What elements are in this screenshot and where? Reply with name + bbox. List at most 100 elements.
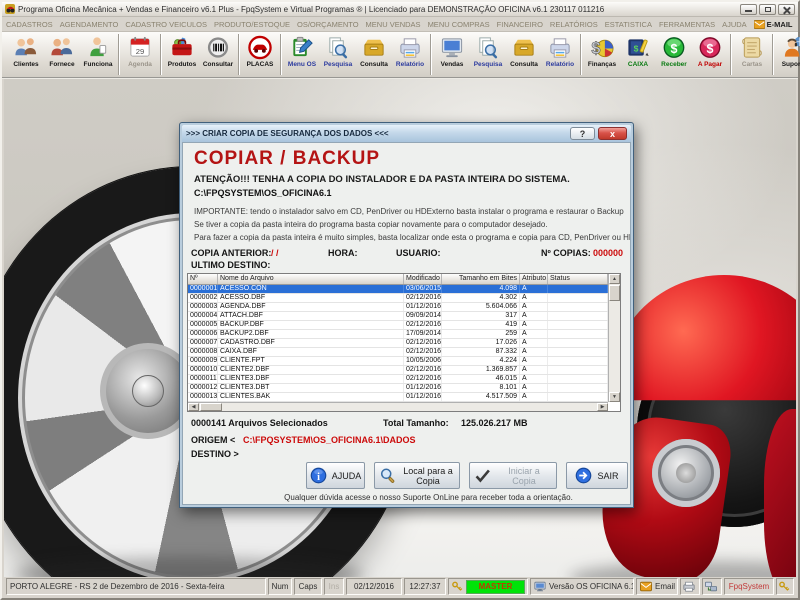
check-icon bbox=[474, 467, 491, 484]
ajuda-button[interactable]: i AJUDA bbox=[306, 462, 365, 489]
toolbar-separator bbox=[430, 34, 432, 75]
status-key2 bbox=[776, 578, 794, 595]
status-email: Email bbox=[636, 578, 678, 595]
table-row-caixa.dbf[interactable]: 0000008 CAIXA.DBF 02/12/2016 87.332 A bbox=[188, 348, 608, 357]
vertical-scrollbar[interactable]: ▲ ▼ bbox=[608, 274, 620, 402]
menu-item-menu-vendas[interactable]: MENU VENDAS bbox=[366, 20, 421, 29]
toolbar-button-produtos[interactable]: Produtos bbox=[164, 33, 200, 68]
toolbar-button-relatorio-os[interactable]: Relatório bbox=[392, 33, 428, 68]
scroll-right-icon[interactable]: ▶ bbox=[597, 403, 608, 411]
table-row-agenda.dbf[interactable]: 0000003 AGENDA.DBF 01/12/2016 5.604.066 A bbox=[188, 303, 608, 312]
dialog-titlebar[interactable]: >>> CRIAR COPIA DE SEGURANÇA DOS DADOS <… bbox=[182, 125, 631, 142]
status-num: Num bbox=[268, 578, 292, 595]
menu-item-relatorios[interactable]: RELATÓRIOS bbox=[550, 20, 598, 29]
table-row-cliente2.dbf[interactable]: 0000010 CLIENTE2.DBF 02/12/2016 1.369.857 A bbox=[188, 366, 608, 375]
table-row-acesso.dbf[interactable]: 0000002 ACESSO.DBF 02/12/2016 4.302 A bbox=[188, 294, 608, 303]
menu-item-agendamento[interactable]: AGENDAMENTO bbox=[60, 20, 119, 29]
toolbar-button-suporte[interactable]: Suporte bbox=[776, 33, 800, 68]
scroll-up-icon[interactable]: ▲ bbox=[609, 274, 620, 284]
printer-small-icon bbox=[682, 581, 695, 592]
menu-item-ajuda[interactable]: AJUDA bbox=[722, 20, 747, 29]
toolbar-button-consulta-vendas[interactable]: Consulta bbox=[506, 33, 542, 68]
toolbar-button-agenda[interactable]: 29 Agenda bbox=[122, 33, 158, 68]
menu-item-cadastro-veiculos[interactable]: CADASTRO VEICULOS bbox=[125, 20, 207, 29]
toolbar-button-a-pagar[interactable]: $ A Pagar bbox=[692, 33, 728, 68]
status-location: PORTO ALEGRE - RS 2 de Dezembro de 2016 … bbox=[6, 578, 266, 595]
toolbar-separator bbox=[238, 34, 240, 75]
menu-item-ferramentas[interactable]: FERRAMENTAS bbox=[659, 20, 715, 29]
toolbar-button-relatorio-vendas[interactable]: Relatório bbox=[542, 33, 578, 68]
desktop-background: >>> CRIAR COPIA DE SEGURANÇA DOS DADOS <… bbox=[4, 79, 796, 577]
horizontal-scrollbar[interactable]: ◀ ▶ bbox=[188, 402, 608, 411]
toolbar-button-menu-os[interactable]: Menu OS bbox=[284, 33, 320, 68]
menu-item-cadastros[interactable]: CADASTROS bbox=[6, 20, 53, 29]
toolbar-button-pesquisa-os[interactable]: Pesquisa bbox=[320, 33, 356, 68]
exit-arrow-icon bbox=[575, 467, 592, 484]
menu-item-menu-compras[interactable]: MENU COMPRAS bbox=[428, 20, 490, 29]
table-row-clientes.bak[interactable]: 0000013 CLIENTES.BAK 01/12/2016 4.517.509 A bbox=[188, 393, 608, 402]
toolbar-button-receber[interactable]: $ Receber bbox=[656, 33, 692, 68]
menu-item-estatistica[interactable]: ESTATISTICA bbox=[605, 20, 652, 29]
menu-item-email[interactable]: E-MAIL bbox=[753, 20, 793, 29]
toolbar-button-financas[interactable]: $ Finanças bbox=[584, 33, 620, 68]
local-copia-button[interactable]: Local para a Copia bbox=[374, 462, 460, 489]
email-icon bbox=[640, 581, 652, 592]
table-row-cliente3.dbt[interactable]: 0000012 CLIENTE3.DBT 01/12/2016 8.101 A bbox=[188, 384, 608, 393]
table-row-backup2.dbf[interactable]: 0000006 BACKUP2.DBF 17/09/2014 259 A bbox=[188, 330, 608, 339]
scroll-left-icon[interactable]: ◀ bbox=[188, 403, 199, 411]
toolbar-button-consultar[interactable]: Consultar bbox=[200, 33, 236, 68]
toolbar-button-pesquisa-vendas[interactable]: Pesquisa bbox=[470, 33, 506, 68]
table-row-cliente3.dbf[interactable]: 0000011 CLIENTE3.DBF 02/12/2016 46.015 A bbox=[188, 375, 608, 384]
toolbar-separator bbox=[580, 34, 582, 75]
toolbar-group: Vendas Pesquisa Consulta Relatório bbox=[434, 33, 578, 68]
column-header-modificado[interactable]: Modificado bbox=[404, 274, 442, 284]
system-path: C:\FPQSYSTEM\OS_OFICINA6.1 bbox=[194, 188, 332, 198]
minimize-button[interactable] bbox=[740, 3, 757, 15]
toolbar-group: PLACAS bbox=[242, 33, 278, 68]
table-row-backup.dbf[interactable]: 0000005 BACKUP.DBF 02/12/2016 419 A bbox=[188, 321, 608, 330]
table-row-attach.dbf[interactable]: 0000004 ATTACH.DBF 09/09/2014 317 A bbox=[188, 312, 608, 321]
toolbar-separator bbox=[772, 34, 774, 75]
column-header-n[interactable]: Nº bbox=[188, 274, 218, 284]
sair-button[interactable]: SAIR bbox=[566, 462, 628, 489]
dialog-help-button[interactable]: ? bbox=[570, 127, 595, 140]
search-icon bbox=[379, 467, 396, 484]
motorcycle-sprocket-photo bbox=[652, 439, 720, 507]
dialog-buttons: i AJUDA Local para a Copia Iniciar a Copia S… bbox=[306, 462, 628, 489]
finance-icon: $ bbox=[589, 35, 615, 60]
status-fpqsystem: FpqSystem bbox=[724, 578, 774, 595]
dialog-title: >>> CRIAR COPIA DE SEGURANÇA DOS DADOS <… bbox=[186, 129, 389, 138]
menu-item-os-orcamento[interactable]: OS/ORÇAMENTO bbox=[297, 20, 359, 29]
selected-count: 0000141 Arquivos Selecionados bbox=[191, 418, 328, 428]
restore-button[interactable] bbox=[759, 3, 776, 15]
toolbar-button-fornece[interactable]: Fornece bbox=[44, 33, 80, 68]
menu-item-financeiro[interactable]: FINANCEIRO bbox=[497, 20, 543, 29]
dialog-titlebar-buttons: ? x bbox=[570, 127, 627, 140]
total-size-label: Total Tamanho: bbox=[383, 418, 449, 428]
toolbar-button-placas[interactable]: PLACAS bbox=[242, 33, 278, 68]
scroll-down-icon[interactable]: ▼ bbox=[609, 392, 620, 402]
table-row-cliente.fpt[interactable]: 0000009 CLIENTE.FPT 10/05/2006 4.224 A bbox=[188, 357, 608, 366]
table-row-acesso.con[interactable]: 0000001 ACESSO.CON 03/06/2015 4.098 A bbox=[188, 285, 608, 294]
horizontal-scroll-thumb[interactable] bbox=[200, 403, 222, 411]
vertical-scroll-thumb[interactable] bbox=[609, 285, 620, 301]
table-row-cadastro.dbf[interactable]: 0000007 CADASTRO.DBF 02/12/2016 17.026 A bbox=[188, 339, 608, 348]
toolbar-button-vendas[interactable]: Vendas bbox=[434, 33, 470, 68]
close-icon bbox=[783, 6, 790, 13]
close-button[interactable] bbox=[778, 3, 795, 15]
letters-icon bbox=[739, 35, 765, 60]
column-header-atributo[interactable]: Atributo bbox=[520, 274, 548, 284]
column-header-nome[interactable]: Nome do Arquivo bbox=[218, 274, 404, 284]
column-header-status[interactable]: Status bbox=[548, 274, 608, 284]
toolbar-group: Cartas bbox=[734, 33, 770, 68]
dialog-close-button[interactable]: x bbox=[598, 127, 627, 140]
toolbar-button-funciona[interactable]: Funciona bbox=[80, 33, 116, 68]
menu-item-produto-estoque[interactable]: PRODUTO/ESTOQUE bbox=[214, 20, 290, 29]
toolbar-button-cartas[interactable]: Cartas bbox=[734, 33, 770, 68]
file-table: Nº Nome do Arquivo Modificado Tamanho em Bi… bbox=[187, 273, 621, 412]
toolbar-button-consulta-os[interactable]: Consulta bbox=[356, 33, 392, 68]
toolbar-button-clientes[interactable]: Clientes bbox=[8, 33, 44, 68]
toolbar-button-caixa[interactable]: $ CAIXA bbox=[620, 33, 656, 68]
supplier-icon bbox=[49, 35, 75, 60]
column-header-tamanho[interactable]: Tamanho em Bites bbox=[442, 274, 520, 284]
